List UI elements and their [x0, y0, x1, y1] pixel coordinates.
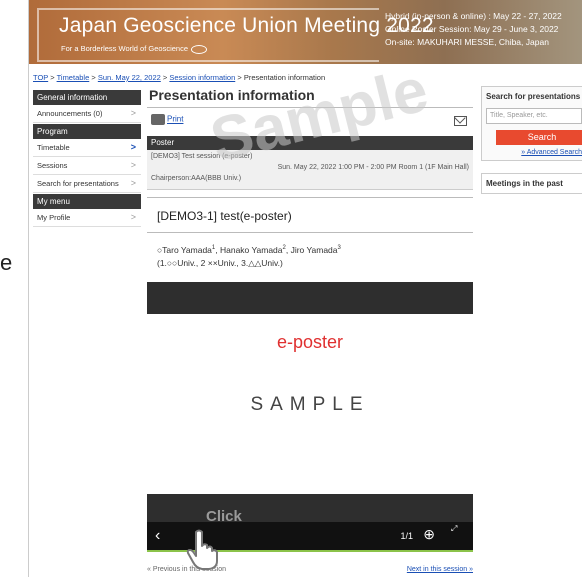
chevron-right-icon: >	[130, 142, 136, 152]
mail-icon[interactable]	[454, 116, 467, 126]
breadcrumb: TOP > Timetable > Sun. May 22, 2022 > Se…	[33, 73, 326, 82]
prev-page-icon[interactable]: ‹	[155, 527, 160, 545]
presentation-title: [DEMO3-1] test(e-poster)	[147, 197, 473, 233]
poster-slide[interactable]: e-poster SAMPLE	[147, 314, 473, 494]
breadcrumb-timetable-link[interactable]: Timetable	[57, 73, 90, 82]
banner-subtitle: For a Borderless World of Geoscience	[61, 44, 207, 54]
advanced-search-link[interactable]: » Advanced Search	[486, 149, 582, 156]
page-indicator: 1/1	[400, 531, 413, 541]
click-annotation: Click	[206, 508, 242, 525]
left-sidebar: General information Announcements (0) > P…	[33, 89, 141, 227]
hand-pointer-icon	[186, 529, 218, 570]
banner-title: Japan Geoscience Union Meeting 2022	[59, 14, 434, 37]
zoom-in-icon[interactable]: ⊕	[423, 526, 435, 543]
banner-info-online: Online Poster Session: May 29 - June 3, …	[385, 24, 559, 34]
chevron-right-icon: >	[130, 178, 136, 188]
chairperson: Chairperson:AAA(BBB Univ.)	[151, 175, 242, 182]
breadcrumb-date-link[interactable]: Sun. May 22, 2022	[98, 73, 161, 82]
nav-item-search[interactable]: Search for presentations >	[33, 175, 141, 193]
eye-logo-icon	[191, 44, 207, 54]
cropped-text-fragment: e	[0, 250, 13, 275]
print-toolbar: Print	[147, 108, 473, 134]
session-time: Sun. May 22, 2022 1:00 PM - 2:00 PM Room…	[277, 164, 469, 171]
session-info-box: [DEMO3] Test session (e-poster) Sun. May…	[147, 150, 473, 190]
nav-item-timetable[interactable]: Timetable >	[33, 139, 141, 157]
nav-header-general: General information	[33, 90, 141, 105]
main-content: Presentation information Print Poster [D…	[147, 86, 473, 270]
banner-info-onsite: On-site: MAKUHARI MESSE, Chiba, Japan	[385, 37, 549, 47]
chevron-right-icon: >	[130, 108, 136, 118]
chevron-right-icon: >	[130, 212, 136, 222]
fullscreen-icon[interactable]: ⤢	[451, 525, 465, 533]
chevron-right-icon: >	[130, 160, 136, 170]
banner-info: Hybrid (in-person & online) : May 22 - 2…	[385, 10, 562, 49]
right-sidebar: Search for presentations Title, Speaker,…	[481, 86, 582, 194]
author-names: ○Taro Yamada1, Hanako Yamada2, Jiro Yama…	[157, 244, 341, 255]
search-heading: Search for presentations	[486, 92, 581, 101]
session-name: [DEMO3] Test session (e-poster)	[151, 153, 253, 160]
viewer-bottom-band	[147, 494, 473, 522]
meetings-in-past[interactable]: Meetings in the past	[481, 173, 582, 194]
author-affiliations: (1.○○Univ., 2 ××Univ., 3.△△Univ.)	[157, 257, 283, 268]
site-banner[interactable]: Japan Geoscience Union Meeting 2022 For …	[29, 0, 582, 64]
page-title: Presentation information	[149, 87, 315, 103]
breadcrumb-session-link[interactable]: Session information	[169, 73, 235, 82]
sample-text: SAMPLE	[250, 394, 370, 415]
viewer-top-band	[147, 282, 473, 314]
nav-item-sessions[interactable]: Sessions >	[33, 157, 141, 175]
nav-item-announcements[interactable]: Announcements (0) >	[33, 105, 141, 123]
banner-info-hybrid: Hybrid (in-person & online) : May 22 - 2…	[385, 11, 562, 21]
authors: ○Taro Yamada1, Hanako Yamada2, Jiro Yama…	[147, 233, 473, 270]
breadcrumb-current: Presentation information	[243, 73, 326, 82]
eposter-label: e-poster	[276, 332, 344, 352]
breadcrumb-top-link[interactable]: TOP	[33, 73, 48, 82]
eposter-viewer[interactable]: e-poster SAMPLE ‹ 1/1 ⊕ ⤢	[147, 282, 473, 552]
nav-header-program: Program	[33, 124, 141, 139]
session-type-bar: Poster	[147, 136, 473, 150]
search-input[interactable]: Title, Speaker, etc.	[486, 108, 582, 124]
browser-page: Japan Geoscience Union Meeting 2022 For …	[28, 0, 582, 577]
search-box: Search for presentations Title, Speaker,…	[481, 86, 582, 161]
nav-header-mymenu: My menu	[33, 194, 141, 209]
search-button[interactable]: Search	[496, 130, 582, 145]
nav-item-profile[interactable]: My Profile >	[33, 209, 141, 227]
next-in-session-link[interactable]: Next in this session »	[407, 566, 473, 573]
printer-icon	[151, 114, 165, 125]
print-button[interactable]: Print	[151, 114, 183, 125]
